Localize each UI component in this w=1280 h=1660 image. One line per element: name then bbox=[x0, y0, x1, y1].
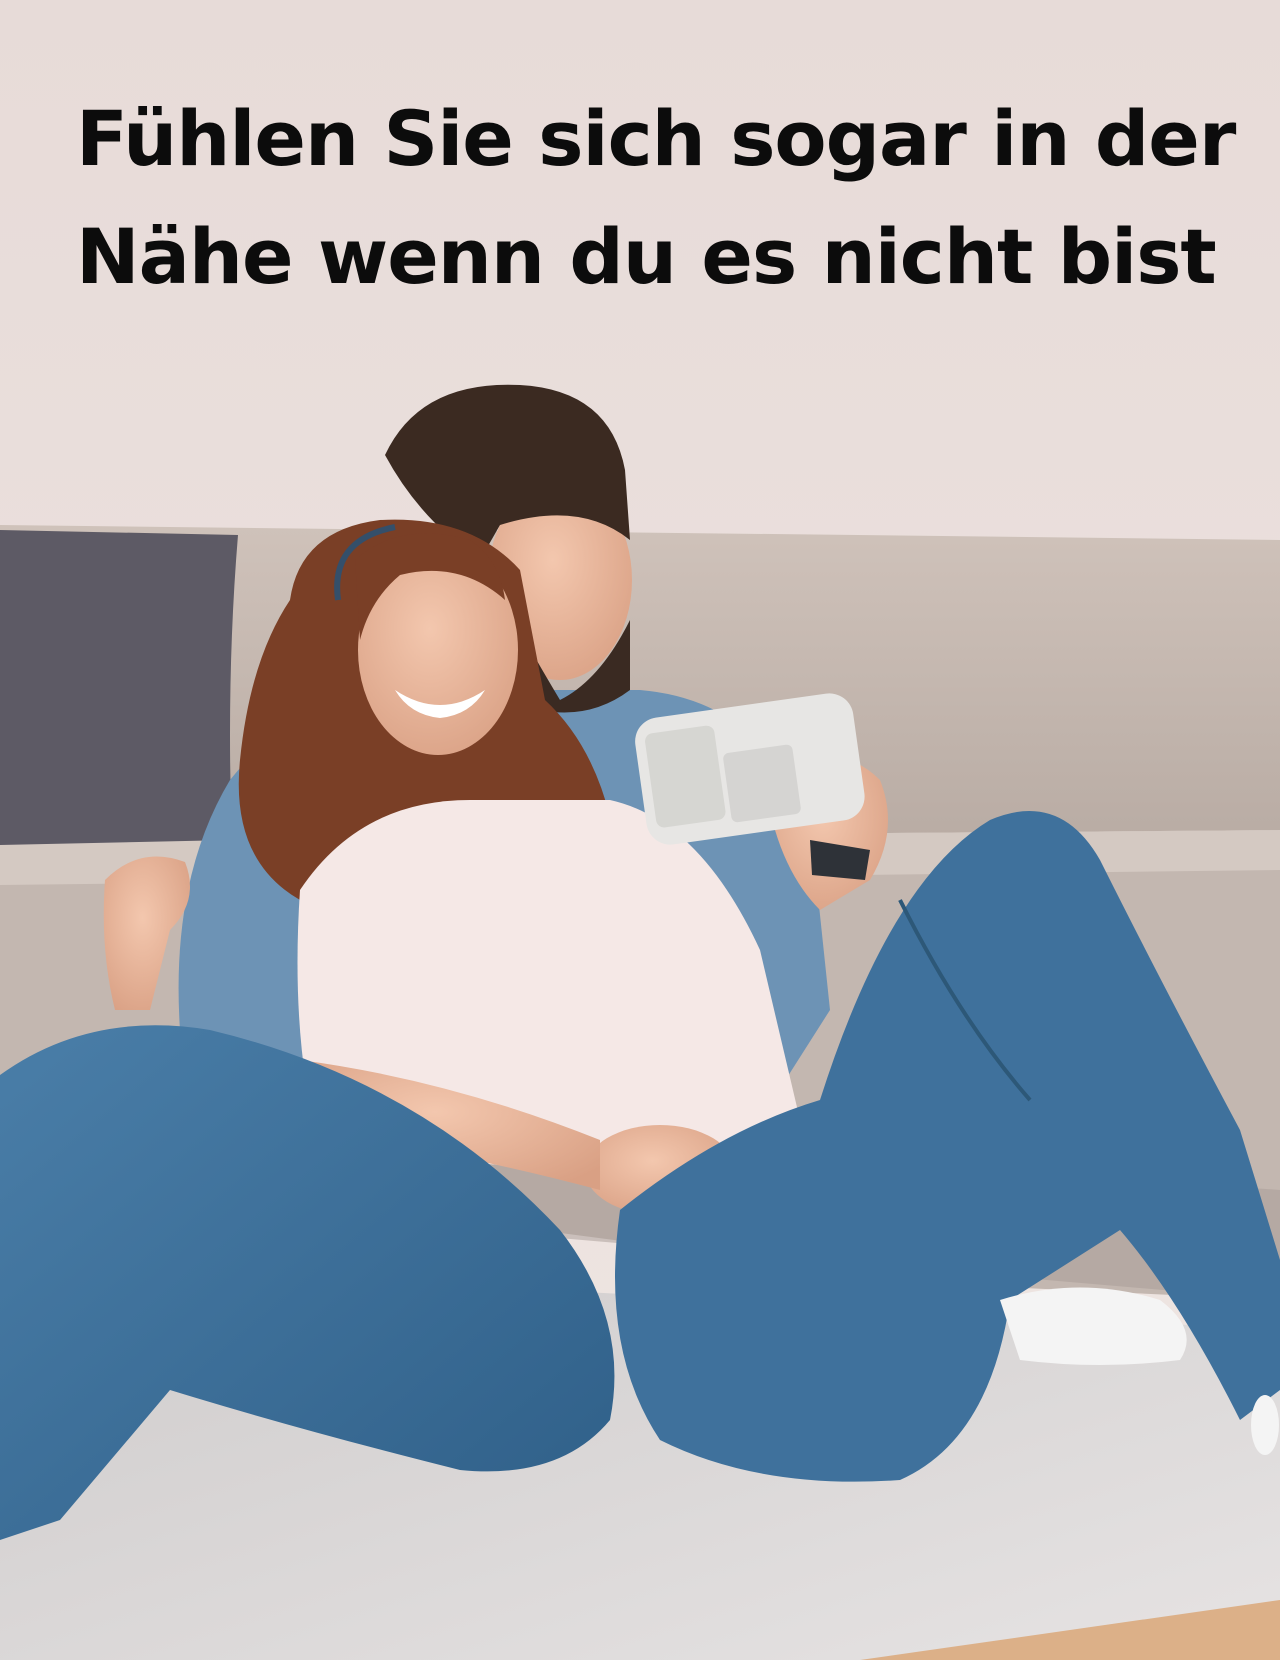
hero-banner: Fühlen Sie sich sogar in der Nähe wenn d… bbox=[0, 0, 1280, 1660]
headline-line-1: Fühlen Sie sich sogar in der bbox=[76, 94, 1236, 183]
headline-line-2: Nähe wenn du es nicht bist bbox=[76, 212, 1217, 301]
white-sock-right bbox=[1251, 1395, 1279, 1455]
pillow bbox=[0, 530, 238, 845]
headline: Fühlen Sie sich sogar in der Nähe wenn d… bbox=[76, 80, 1236, 316]
